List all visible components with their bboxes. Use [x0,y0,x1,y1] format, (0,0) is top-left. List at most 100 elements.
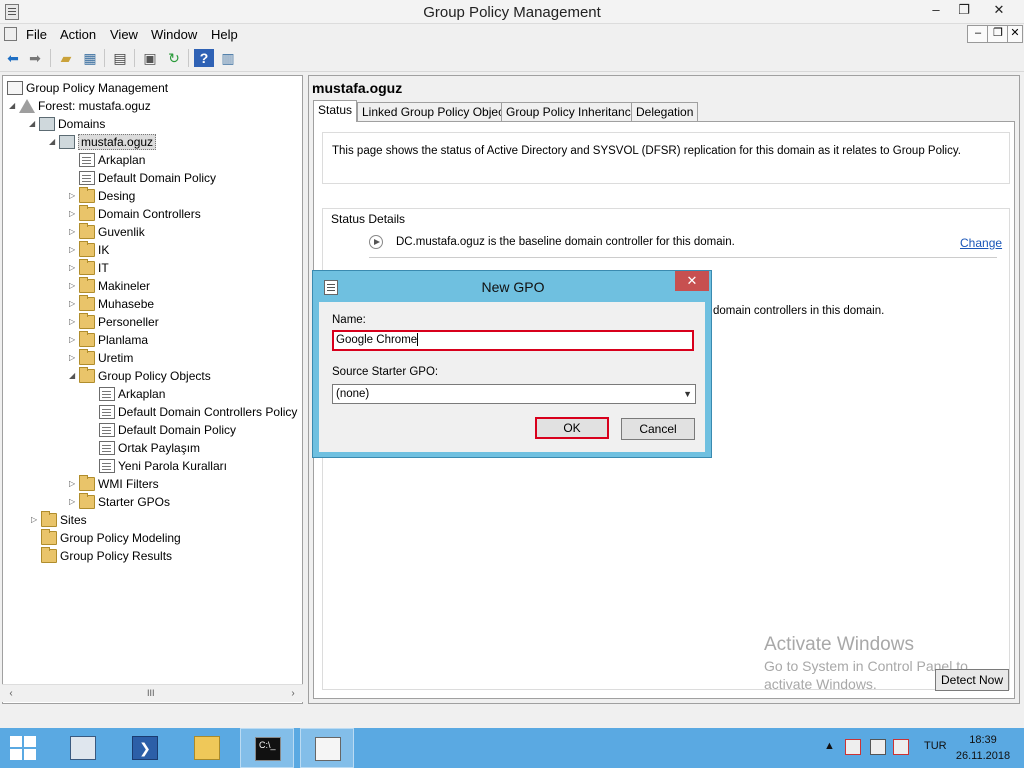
mdi-close-button[interactable]: ✕ [1007,25,1023,43]
collapse-arrow-icon[interactable]: ◢ [69,367,79,385]
tree-node-sites[interactable]: ▷ Sites [31,510,87,528]
refresh-icon[interactable]: ↻ [164,49,184,67]
expand-arrow-icon[interactable]: ▷ [69,241,79,259]
tree-node-gpo[interactable]: Arkaplan [99,384,165,402]
powershell-icon[interactable]: ❯ [118,728,172,768]
console-icon[interactable] [4,27,17,41]
tree-node-gpo[interactable]: Default Domain Policy [99,420,236,438]
volume-muted-icon[interactable] [893,739,909,755]
properties-icon[interactable]: ▣ [140,49,160,67]
tree-node-ou[interactable]: ▷ IK [69,240,109,258]
network-icon[interactable] [870,739,886,755]
tab-linked-gpos[interactable]: Linked Group Policy Objects [357,102,519,122]
expand-arrow-icon[interactable]: ▷ [69,187,79,205]
start-button[interactable] [10,736,38,760]
restore-button[interactable]: ❐ [950,0,978,22]
tree-node-gpo-link[interactable]: Default Domain Policy [69,168,216,186]
expand-arrow-icon[interactable]: ▷ [69,331,79,349]
tree-node-ou[interactable]: ▷ Makineler [69,276,150,294]
forward-arrow-icon[interactable]: ➡ [25,49,45,67]
scroll-right-icon[interactable]: › [286,687,300,701]
scroll-left-icon[interactable]: ‹ [4,687,18,701]
server-manager-icon[interactable] [56,728,110,768]
minimize-button[interactable]: ‒ [922,0,950,22]
expand-arrow-icon[interactable]: ▷ [69,313,79,331]
show-hidden-icons-button[interactable]: ▲ [824,740,835,752]
help-icon[interactable]: ? [194,49,214,67]
tree-node-gpo-link[interactable]: Arkaplan [69,150,145,168]
clock[interactable]: 18:39 26.11.2018 [950,732,1016,764]
close-button[interactable]: ✕ [976,0,1022,22]
change-link[interactable]: Change [960,236,1002,250]
dialog-close-button[interactable]: ✕ [675,271,709,291]
cancel-button[interactable]: Cancel [621,418,695,440]
tab-status[interactable]: Status [313,100,358,122]
ok-button[interactable]: OK [535,417,609,439]
gpo-name-value: Google Chrome [336,334,418,346]
expand-arrow-icon[interactable]: ▷ [31,511,41,529]
menu-window[interactable]: Window [151,27,197,42]
expand-arrow-icon[interactable]: ▷ [69,277,79,295]
menu-view[interactable]: View [110,27,138,42]
tree-node-ou[interactable]: ▷ Desing [69,186,135,204]
file-explorer-icon[interactable] [180,728,234,768]
back-arrow-icon[interactable]: ⬅ [3,49,23,67]
expand-arrow-icon[interactable]: ▷ [69,493,79,511]
expand-arrow-icon[interactable]: ▷ [69,205,79,223]
menu-file[interactable]: File [26,27,47,42]
tree-node-gp-modeling[interactable]: Group Policy Modeling [41,528,181,546]
tab-delegation[interactable]: Delegation [631,102,699,122]
gpm-taskbar-icon[interactable] [300,728,354,768]
tree-node-forest[interactable]: ◢ Forest: mustafa.oguz [9,96,151,114]
command-prompt-icon[interactable]: C:\_ [240,728,294,768]
tree-horizontal-scrollbar[interactable]: ‹ III › [2,684,303,702]
tree-node-gpo[interactable]: Default Domain Controllers Policy [99,402,297,420]
toolbar-separator [104,49,105,67]
gp-results-icon [41,546,57,563]
tree-node-domain[interactable]: ◢ mustafa.oguz [49,132,157,151]
input-language[interactable]: TUR [924,740,947,752]
tree-node-gpm-root[interactable]: Group Policy Management [7,78,168,96]
gpo-icon [99,458,115,473]
gpo-name-input[interactable]: Google Chrome [332,330,694,351]
baseline-dc-text: DC.mustafa.oguz is the baseline domain c… [396,236,735,248]
collapse-arrow-icon[interactable]: ◢ [49,133,59,151]
menu-action[interactable]: Action [60,27,96,42]
tree-node-starter-gpos[interactable]: ▷ Starter GPOs [69,492,170,510]
tree-node-gpo[interactable]: Yeni Parola Kuralları [99,456,227,474]
expand-arrow-icon[interactable]: ▷ [69,349,79,367]
expand-arrow-icon[interactable]: ▷ [69,259,79,277]
collapse-arrow-icon[interactable]: ◢ [9,97,19,115]
tree-node-group-policy-objects[interactable]: ◢ Group Policy Objects [69,366,211,384]
show-hide-tree-icon[interactable]: ▦ [80,49,100,67]
up-folder-icon[interactable]: ▰ [56,49,76,67]
tree-node-gp-results[interactable]: Group Policy Results [41,546,172,564]
source-starter-gpo-select[interactable]: (none) ▼ [332,384,696,404]
expand-arrow-icon[interactable]: ▷ [69,295,79,313]
tree-node-ou[interactable]: ▷ Domain Controllers [69,204,201,222]
menu-help[interactable]: Help [211,27,238,42]
expand-arrow-icon[interactable]: ▷ [69,223,79,241]
mdi-restore-button[interactable]: ❐ [987,25,1009,43]
tree-node-ou[interactable]: ▷ Guvenlik [69,222,145,240]
expand-arrow-icon[interactable]: ▷ [69,475,79,493]
scroll-grip[interactable]: III [147,688,155,698]
action-center-flag-icon[interactable] [845,739,861,755]
expand-details-icon[interactable] [369,235,383,249]
detect-now-button[interactable]: Detect Now [935,669,1009,691]
chevron-down-icon[interactable]: ▼ [683,385,692,403]
tree-node-domains[interactable]: ◢ Domains [29,114,105,132]
action-pane-icon[interactable]: ▥ [218,49,238,67]
tree-node-ou[interactable]: ▷ Uretim [69,348,133,366]
tree-node-gpo[interactable]: Ortak Paylaşım [99,438,200,456]
mdi-minimize-button[interactable]: ‒ [967,25,989,43]
tree-node-ou[interactable]: ▷ Planlama [69,330,148,348]
tree-node-ou[interactable]: ▷ Muhasebe [69,294,154,312]
tree-node-wmi-filters[interactable]: ▷ WMI Filters [69,474,159,492]
tab-gp-inheritance[interactable]: Group Policy Inheritance [501,102,643,122]
collapse-arrow-icon[interactable]: ◢ [29,115,39,133]
tree-node-ou[interactable]: ▷ IT [69,258,109,276]
tree-node-ou[interactable]: ▷ Personeller [69,312,159,330]
console-tree: Group Policy Management ◢ Forest: mustafa… [2,75,303,704]
clipboard-icon[interactable]: ▤ [110,49,130,67]
